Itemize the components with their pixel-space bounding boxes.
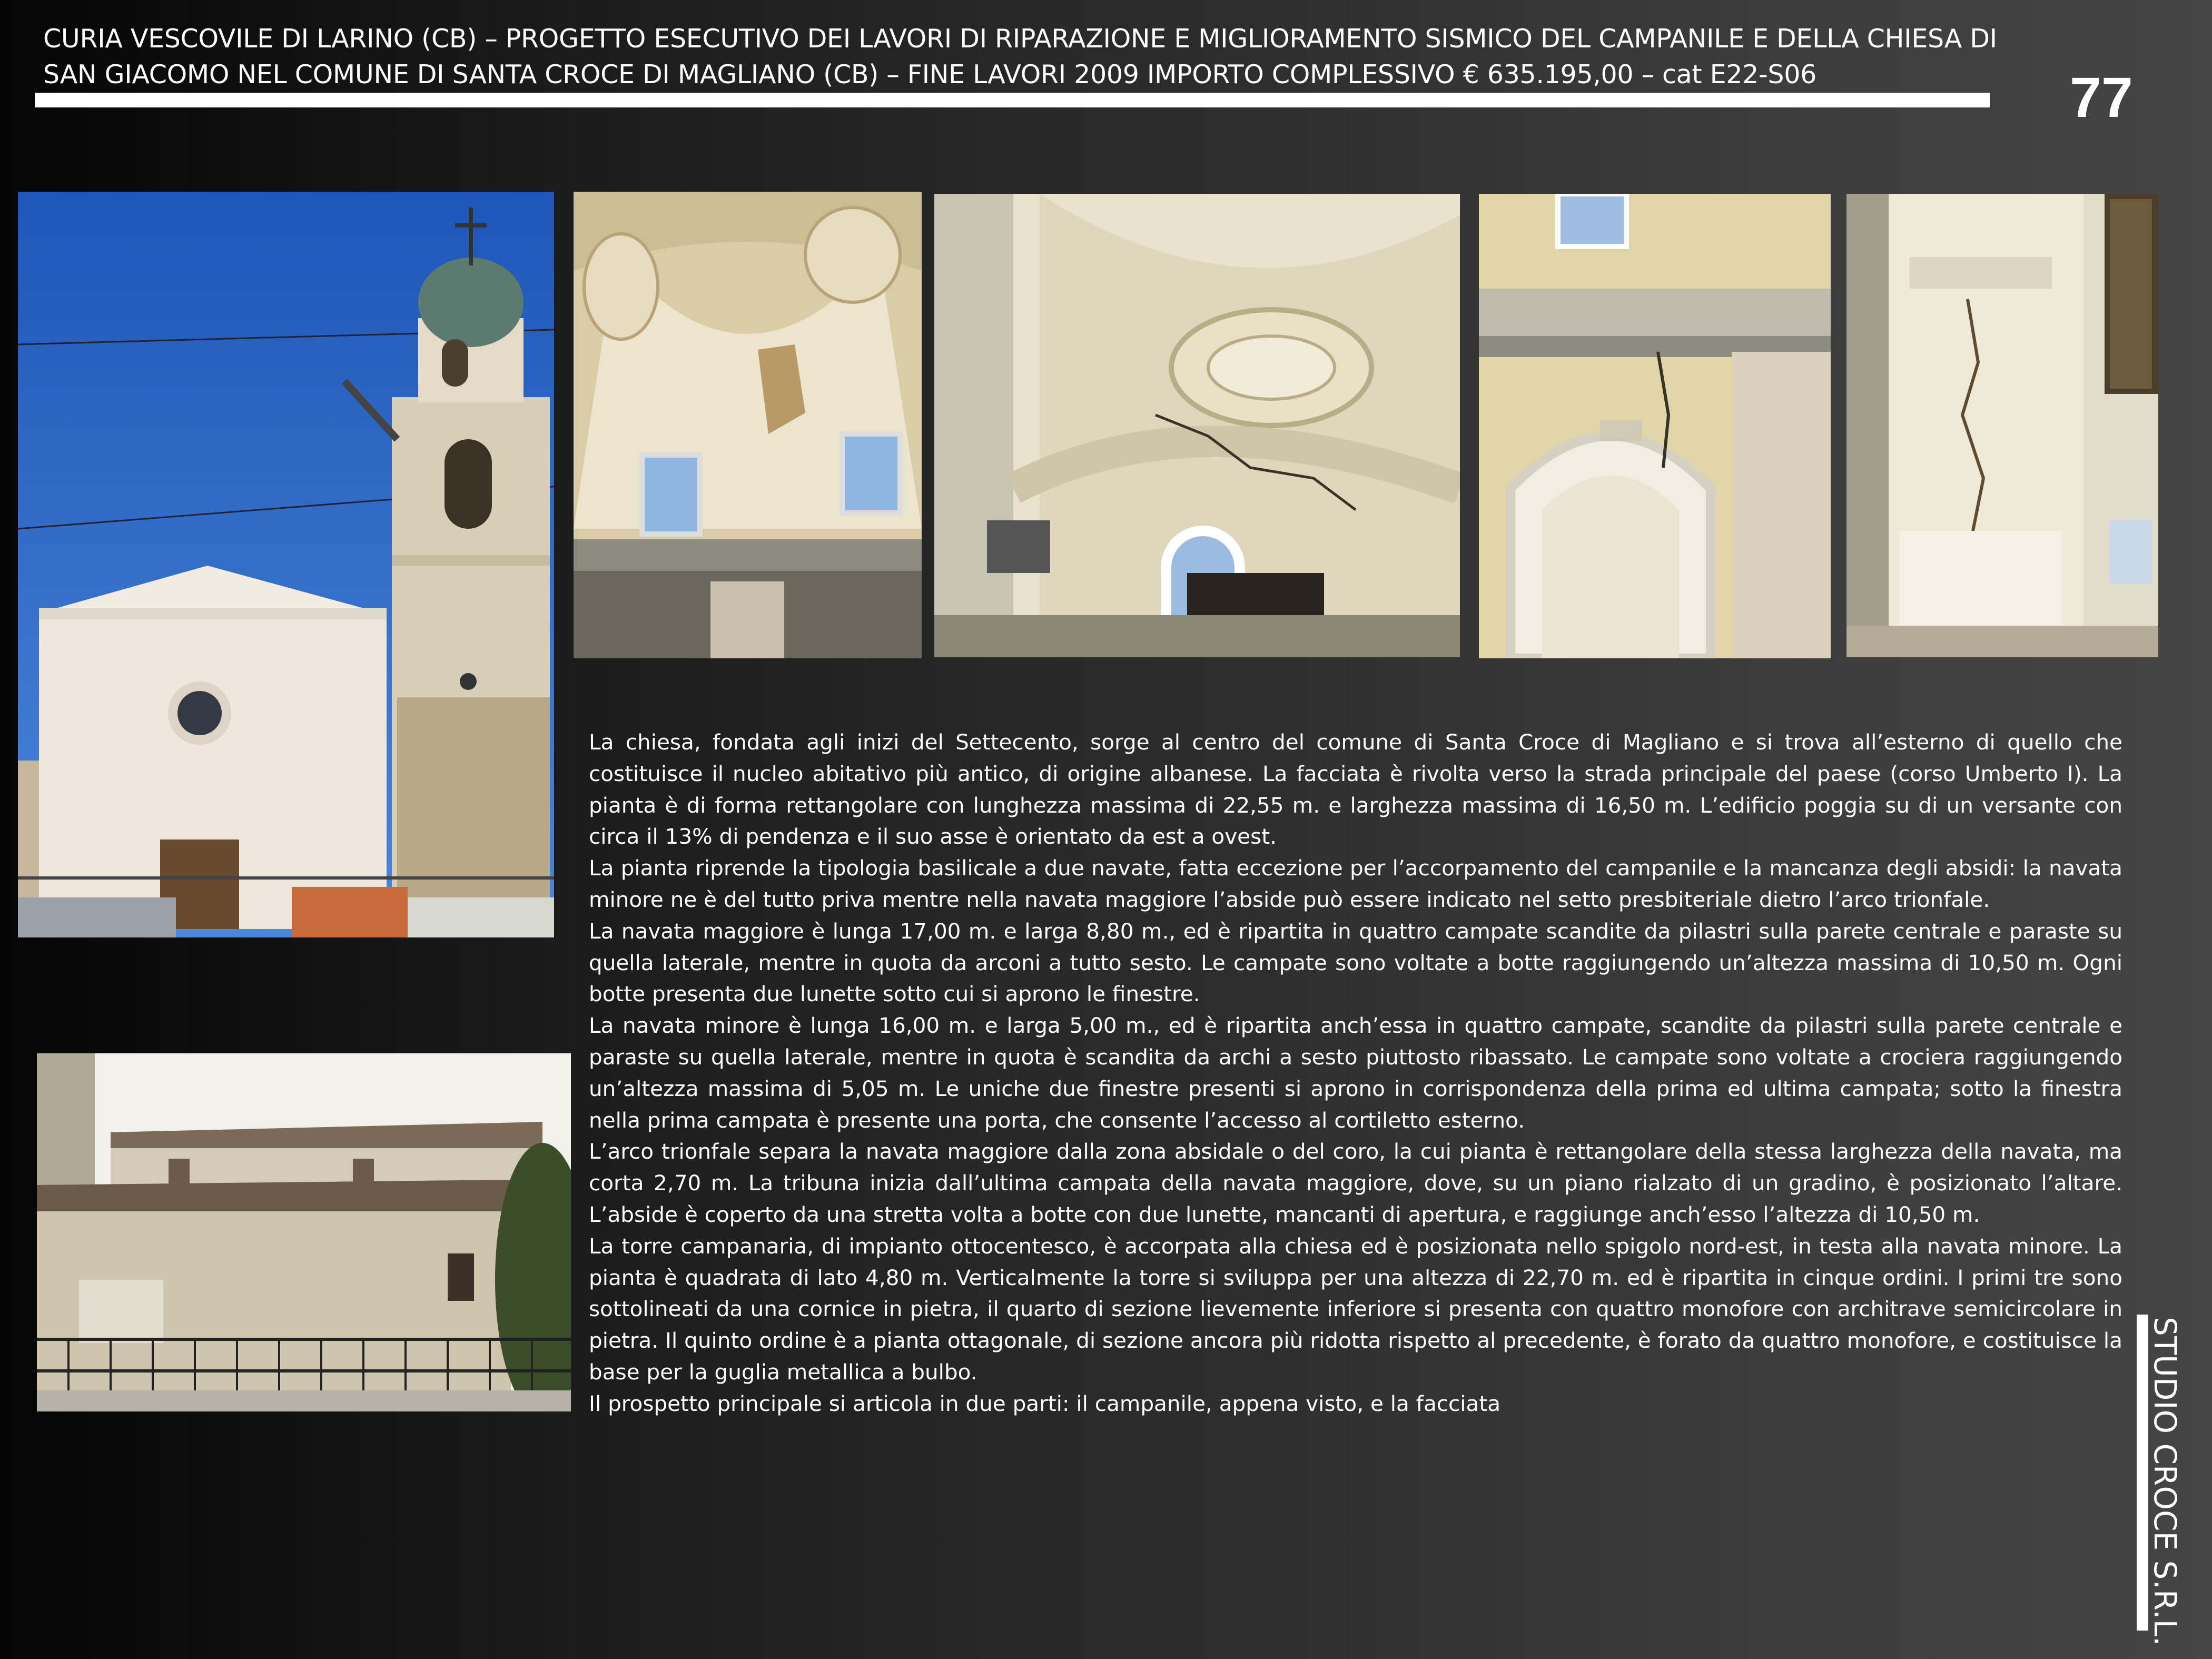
photo-cracked-pillar bbox=[1846, 194, 2158, 657]
paragraph-intro: La chiesa, fondata agli inizi del Settec… bbox=[589, 729, 2122, 850]
paragraph-main-nave: La navata maggiore è lunga 17,00 m. e la… bbox=[589, 918, 2122, 1007]
paragraph-triumphal-arch: L’arco trionfale separa la navata maggio… bbox=[589, 1139, 2122, 1227]
paragraph-main-elevation: Il prospetto principale si articola in d… bbox=[589, 1390, 1501, 1416]
photo-cracked-ceiling bbox=[934, 194, 1460, 657]
header-title-line-2: SAN GIACOMO NEL COMUNE DI SANTA CROCE DI… bbox=[43, 60, 1816, 90]
photo-stone-exterior bbox=[37, 1053, 571, 1411]
studio-label: STUDIO CROCE S.R.L. bbox=[2147, 1317, 2183, 1646]
photo-cracked-arch bbox=[1479, 194, 1831, 658]
header-underline bbox=[35, 93, 1990, 107]
paragraph-plan: La pianta riprende la tipologia basilica… bbox=[589, 855, 2122, 912]
paragraph-minor-nave: La navata minore è lunga 16,00 m. e larg… bbox=[589, 1013, 2122, 1133]
photo-vault-interior bbox=[574, 192, 922, 658]
paragraph-bell-tower: La torre campanaria, di impianto ottocen… bbox=[589, 1233, 2122, 1385]
header-title-line-1: CURIA VESCOVILE DI LARINO (CB) – PROGETT… bbox=[43, 24, 1997, 54]
header: CURIA VESCOVILE DI LARINO (CB) – PROGETT… bbox=[43, 21, 1997, 93]
page-number: 77 bbox=[2069, 65, 2133, 129]
photo-church-facade bbox=[18, 192, 554, 937]
body-text: La chiesa, fondata agli inizi del Settec… bbox=[589, 727, 2122, 1420]
